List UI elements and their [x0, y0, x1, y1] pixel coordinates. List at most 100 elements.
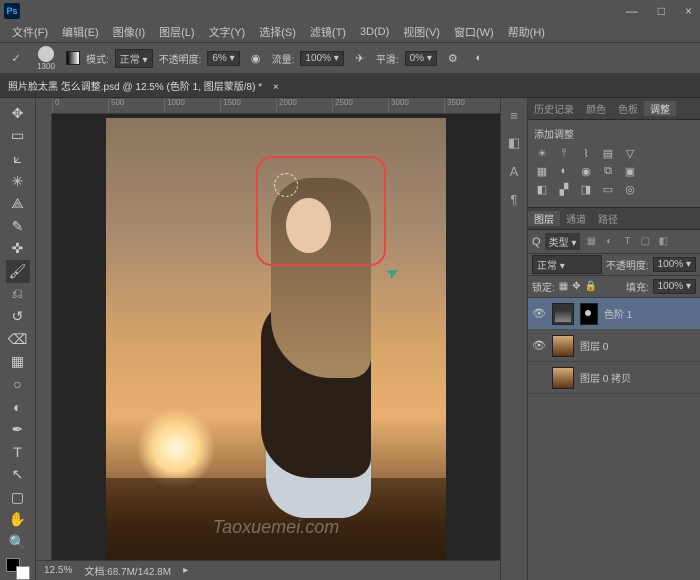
brush-preview[interactable]: 1300 — [32, 45, 60, 71]
stamp-tool[interactable]: ⎌ — [6, 283, 30, 306]
hand-tool[interactable]: ✋ — [6, 508, 30, 531]
shape-tool[interactable]: ▢ — [6, 486, 30, 509]
adj-bw-icon[interactable]: ◐ — [556, 165, 572, 179]
flow-input[interactable]: 100% ▾ — [300, 51, 343, 66]
visibility-icon[interactable]: 👁 — [532, 307, 546, 320]
color-swatches[interactable] — [6, 558, 30, 580]
filter-shape-icon[interactable]: ▢ — [638, 236, 652, 247]
crop-tool[interactable]: ⟁ — [6, 192, 30, 215]
maximize-button[interactable]: □ — [654, 4, 669, 18]
filter-type-icon[interactable]: T — [620, 236, 634, 247]
fill-input[interactable]: 100% ▾ — [653, 279, 696, 294]
menu-layer[interactable]: 图层(L) — [153, 22, 200, 42]
tab-layers[interactable]: 图层 — [528, 211, 560, 226]
visibility-icon[interactable]: 👁 — [532, 339, 546, 352]
tab-adjustments[interactable]: 调整 — [644, 101, 676, 116]
menu-3d[interactable]: 3D(D) — [354, 24, 395, 40]
paragraph-icon[interactable]: ¶ — [505, 190, 523, 208]
filter-search-icon[interactable]: Q — [532, 236, 541, 248]
adj-exposure-icon[interactable]: ▤ — [600, 147, 616, 161]
history-icon[interactable]: ≡ — [505, 106, 523, 124]
filter-pixel-icon[interactable]: ▦ — [584, 236, 598, 247]
menu-edit[interactable]: 编辑(E) — [56, 22, 105, 42]
tab-color[interactable]: 颜色 — [580, 101, 612, 116]
marquee-tool[interactable]: ▭ — [6, 125, 30, 148]
adj-invert-icon[interactable]: ◧ — [534, 183, 550, 197]
pressure-size-icon[interactable]: ◐ — [469, 48, 489, 68]
menu-window[interactable]: 窗口(W) — [448, 22, 500, 42]
layer-thumb[interactable] — [552, 335, 574, 357]
properties-icon[interactable]: ◧ — [505, 134, 523, 152]
document-canvas[interactable]: ➤ Taoxuemei.com — [106, 118, 446, 578]
filter-adjust-icon[interactable]: ◐ — [602, 236, 616, 247]
adj-hue-icon[interactable]: ▦ — [534, 165, 550, 179]
layer-row[interactable]: 👁 图层 0 — [528, 330, 700, 362]
move-tool[interactable]: ✥ — [6, 102, 30, 125]
brush-swatch[interactable] — [66, 51, 80, 65]
minimize-button[interactable]: — — [622, 4, 642, 18]
menu-filter[interactable]: 滤镜(T) — [304, 22, 352, 42]
doc-info[interactable]: 文档:68.7M/142.8M — [84, 563, 171, 578]
mode-select[interactable]: 正常 ▾ — [115, 49, 153, 68]
filter-smart-icon[interactable]: ◧ — [656, 236, 670, 247]
adj-channel-mixer-icon[interactable]: ⧉ — [600, 165, 616, 179]
layer-opacity-input[interactable]: 100% ▾ — [653, 257, 696, 272]
mask-thumb[interactable] — [580, 303, 598, 325]
adj-gradient-map-icon[interactable]: ▭ — [600, 183, 616, 197]
layer-name[interactable]: 色阶 1 — [604, 306, 632, 321]
adj-posterize-icon[interactable]: ▞ — [556, 183, 572, 197]
magic-wand-tool[interactable]: ✳ — [6, 170, 30, 193]
close-button[interactable]: × — [681, 4, 696, 18]
adj-lut-icon[interactable]: ▣ — [622, 165, 638, 179]
adj-photo-filter-icon[interactable]: ◉ — [578, 165, 594, 179]
character-icon[interactable]: A — [505, 162, 523, 180]
path-tool[interactable]: ↖ — [6, 463, 30, 486]
eraser-tool[interactable]: ⌫ — [6, 328, 30, 351]
blur-tool[interactable]: ○ — [6, 373, 30, 396]
adj-curves-icon[interactable]: ⌇ — [578, 147, 594, 161]
pressure-opacity-icon[interactable]: ◉ — [246, 48, 266, 68]
lock-pixels-icon[interactable]: ▦ — [559, 281, 568, 292]
ruler-horizontal[interactable]: 0500100015002000250030003500 — [52, 98, 500, 114]
layer-row[interactable]: 👁 色阶 1 — [528, 298, 700, 330]
ruler-vertical[interactable] — [36, 114, 52, 580]
history-brush-tool[interactable]: ↺ — [6, 305, 30, 328]
lasso-tool[interactable]: ⟀ — [6, 147, 30, 170]
airbrush-icon[interactable]: ✈ — [350, 48, 370, 68]
menu-view[interactable]: 视图(V) — [397, 22, 446, 42]
brush-tool-icon[interactable]: ✓ — [6, 48, 26, 68]
background-color[interactable] — [16, 566, 30, 580]
pen-tool[interactable]: ✒ — [6, 418, 30, 441]
tab-close-icon[interactable]: × — [273, 82, 279, 93]
zoom-tool[interactable]: 🔍 — [6, 531, 30, 554]
dodge-tool[interactable]: ◐ — [6, 396, 30, 419]
tab-history[interactable]: 历史记录 — [528, 101, 580, 116]
statusbar-chevron-icon[interactable]: ▸ — [183, 565, 188, 576]
smoothing-input[interactable]: 0% ▾ — [405, 51, 437, 66]
adj-selective-color-icon[interactable]: ◎ — [622, 183, 638, 197]
lock-position-icon[interactable]: ✥ — [572, 281, 580, 292]
zoom-level[interactable]: 12.5% — [44, 565, 72, 576]
type-tool[interactable]: T — [6, 441, 30, 464]
menu-select[interactable]: 选择(S) — [253, 22, 302, 42]
settings-gear-icon[interactable]: ⚙ — [443, 48, 463, 68]
document-tab[interactable]: 照片脸太黑 怎么调整.psd @ 12.5% (色阶 1, 图层蒙版/8) * … — [8, 78, 279, 93]
menu-help[interactable]: 帮助(H) — [502, 22, 551, 42]
adj-vibrance-icon[interactable]: ▽ — [622, 147, 638, 161]
lock-all-icon[interactable]: 🔒 — [585, 281, 597, 292]
tab-swatches[interactable]: 色板 — [612, 101, 644, 116]
tab-channels[interactable]: 通道 — [560, 211, 592, 226]
opacity-input[interactable]: 6% ▾ — [207, 51, 239, 66]
blend-mode-select[interactable]: 正常 ▾ — [532, 255, 602, 274]
layer-name[interactable]: 图层 0 拷贝 — [580, 370, 631, 385]
adjustment-thumb[interactable] — [552, 303, 574, 325]
layer-name[interactable]: 图层 0 — [580, 338, 608, 353]
adj-brightness-icon[interactable]: ☀ — [534, 147, 550, 161]
menu-image[interactable]: 图像(I) — [107, 22, 151, 42]
menu-file[interactable]: 文件(F) — [6, 22, 54, 42]
brush-tool[interactable]: 🖌 — [6, 260, 30, 283]
layer-row[interactable]: 图层 0 拷贝 — [528, 362, 700, 394]
menu-type[interactable]: 文字(Y) — [203, 22, 252, 42]
tab-paths[interactable]: 路径 — [592, 211, 624, 226]
filter-type-select[interactable]: 类型 ▾ — [545, 233, 581, 250]
